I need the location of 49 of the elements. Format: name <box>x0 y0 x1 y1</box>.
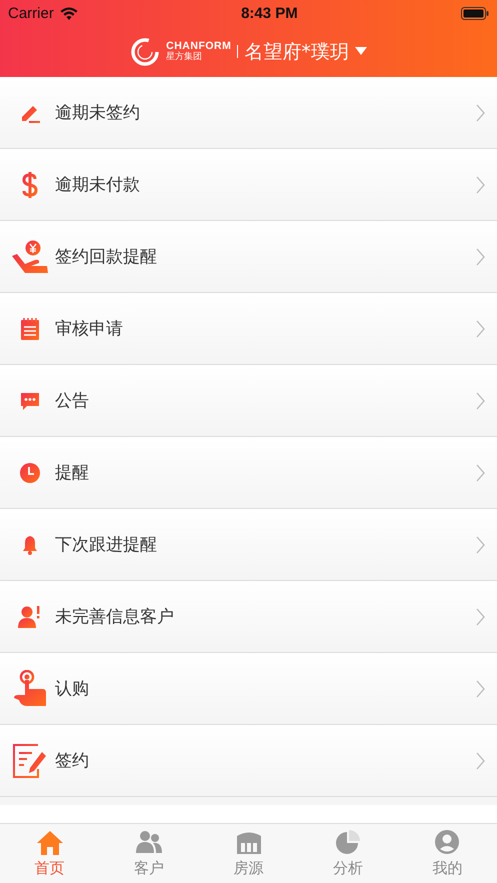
wifi-icon <box>60 6 78 20</box>
menu-label: 逾期未签约 <box>55 102 141 124</box>
chevron-right-icon <box>476 104 485 122</box>
menu-item[interactable]: 认购 <box>0 653 497 725</box>
chevron-right-icon <box>476 608 485 626</box>
user-alert-icon <box>18 604 42 628</box>
tap-icon <box>13 670 47 708</box>
chevron-right-icon <box>476 320 485 338</box>
dropdown-caret-icon <box>354 47 367 56</box>
menu-label: 逾期未付款 <box>55 174 141 196</box>
hand-coin-icon <box>11 240 49 274</box>
chevron-right-icon <box>476 680 485 698</box>
document-pen-icon <box>12 742 48 778</box>
menu-item[interactable]: 公告 <box>0 365 497 437</box>
chevron-right-icon <box>476 392 485 410</box>
battery-icon <box>460 6 489 20</box>
menu-label: 公告 <box>55 390 90 412</box>
home-icon <box>36 829 64 856</box>
profile-icon <box>433 829 462 856</box>
chevron-right-icon <box>476 536 485 554</box>
logo-text: CHANFORM <box>166 40 232 52</box>
menu-item[interactable]: 提醒 <box>0 437 497 509</box>
clock-time: 8:43 PM <box>241 4 298 22</box>
chevron-right-icon <box>476 752 485 770</box>
people-icon <box>135 829 164 856</box>
menu-label: 签约 <box>55 750 90 772</box>
menu-item[interactable]: 下次跟进提醒 <box>0 509 497 581</box>
menu-item[interactable]: 未完善信息客户 <box>0 581 497 653</box>
menu-item[interactable]: 逾期未付款 <box>0 149 497 221</box>
chevron-right-icon <box>476 176 485 194</box>
chevron-right-icon <box>476 464 485 482</box>
menu-label: 审核申请 <box>55 318 124 340</box>
menu-item[interactable]: 审核申请 <box>0 293 497 365</box>
notepad-icon <box>19 316 41 340</box>
menu-item[interactable]: 逾期未签约 <box>0 77 497 149</box>
menu-label: 下次跟进提醒 <box>55 534 158 556</box>
menu-item[interactable]: 签约 <box>0 725 497 797</box>
logo-icon <box>130 36 160 66</box>
menu-item[interactable]: 签约回款提醒 <box>0 221 497 293</box>
logo-subtext: 星方集团 <box>166 53 204 62</box>
bell-icon <box>21 534 39 554</box>
menu-label: 未完善信息客户 <box>55 606 175 628</box>
carrier-name: Carrier <box>8 4 54 22</box>
menu-label: 提醒 <box>55 462 90 484</box>
pie-chart-icon <box>334 829 362 856</box>
menu-label: 认购 <box>55 678 90 700</box>
menu-label: 签约回款提醒 <box>55 246 158 268</box>
clock-icon <box>19 462 41 484</box>
chevron-right-icon <box>476 248 485 266</box>
